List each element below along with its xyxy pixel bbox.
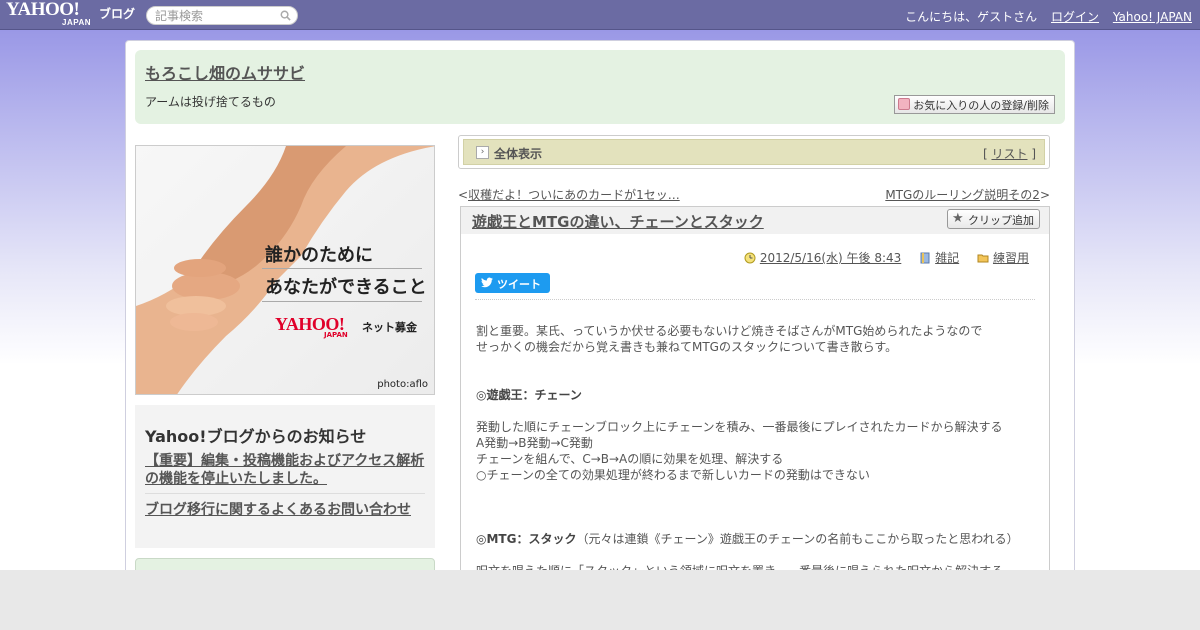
mtg-heading-text: ◎MTG：スタック bbox=[476, 532, 577, 546]
list-bracket-close: ] bbox=[1027, 147, 1036, 161]
body-line: 発動した順にチェーンブロック上にチェーンを積み、一番最後にプレイされたカードから… bbox=[476, 420, 1003, 434]
star-icon: ★ bbox=[952, 211, 964, 226]
search-input[interactable]: 記事検索 bbox=[146, 6, 298, 25]
article-header: 遊戯王とMTGの違い、チェーンとスタック ★ クリップ追加 bbox=[461, 207, 1049, 234]
chevron-right-icon: › bbox=[476, 146, 489, 159]
folder-icon bbox=[977, 254, 989, 263]
tweet-label: ツイート bbox=[497, 278, 541, 291]
favorite-register-button[interactable]: お気に入りの人の登録/削除 bbox=[894, 95, 1055, 114]
ad-headline-2: あなたができること bbox=[265, 277, 427, 298]
next-article-nav: MTGのルーリング説明その2> bbox=[885, 186, 1050, 203]
body-line: ○チェーンの全ての効果処理が終わるまで新しいカードの発動はできない bbox=[476, 468, 870, 482]
notice-divider bbox=[145, 493, 425, 494]
ad-divider bbox=[262, 301, 422, 302]
next-article-link[interactable]: MTGのルーリング説明その2 bbox=[885, 188, 1040, 202]
dotted-divider bbox=[475, 299, 1035, 300]
body-line: チェーンを組んで、C→B→Aの順に効果を処理、解決する bbox=[476, 452, 784, 466]
logo-yahoo-text: YAHOO! bbox=[6, 0, 80, 20]
logo-blog-text: ブログ bbox=[99, 7, 136, 21]
category-link-practice[interactable]: 練習用 bbox=[993, 251, 1029, 265]
article: 遊戯王とMTGの違い、チェーンとスタック ★ クリップ追加 2012/5/16(… bbox=[460, 206, 1050, 580]
body-line: せっかくの機会だから覚え書きも兼ねてMTGのスタックについて書き散らす。 bbox=[476, 340, 898, 354]
favorite-button-label: お気に入りの人の登録/削除 bbox=[913, 99, 1049, 112]
top-navigation-bar: YAHOO! JAPAN ブログ 記事検索 こんにちは、ゲストさん ログイン Y… bbox=[0, 0, 1200, 30]
ad-japan-text: JAPAN bbox=[324, 331, 348, 339]
search-icon[interactable] bbox=[280, 10, 291, 21]
category-label: 全体表示 bbox=[494, 147, 543, 161]
previous-article-link[interactable]: 収穫だよ！ついにあのカードが1セッ… bbox=[468, 188, 680, 202]
search-placeholder: 記事検索 bbox=[155, 9, 204, 23]
clip-button-label: クリップ追加 bbox=[968, 214, 1034, 227]
ad-divider bbox=[262, 268, 422, 269]
blog-header: もろこし畑のムササビ アームは投げ捨てるもの お気に入りの人の登録/削除 bbox=[135, 50, 1065, 124]
next-arrow: > bbox=[1039, 188, 1050, 202]
clip-add-button[interactable]: ★ クリップ追加 bbox=[947, 209, 1040, 229]
notice-link-important[interactable]: 【重要】編集・投稿機能およびアクセス解析の機能を停止いたしました。 bbox=[145, 452, 430, 488]
yahoo-blog-notice: Yahoo!ブログからのお知らせ 【重要】編集・投稿機能およびアクセス解析の機能… bbox=[135, 405, 435, 548]
clock-icon bbox=[744, 252, 756, 264]
ad-headline-1: 誰かのために bbox=[265, 245, 373, 266]
twitter-bird-icon bbox=[481, 277, 493, 288]
heart-icon bbox=[898, 98, 911, 110]
body-line: A発動→B発動→C発動 bbox=[476, 436, 593, 450]
login-link[interactable]: ログイン bbox=[1051, 10, 1099, 24]
logo-japan-text: JAPAN bbox=[62, 18, 92, 27]
mtg-heading-note: （元々は連鎖《チェーン》遊戯王のチェーンの名前もここから取ったと思われる） bbox=[576, 532, 1019, 546]
category-bar: › 全体表示 [ リスト ] bbox=[458, 135, 1050, 169]
article-body: 割と重要。某氏、っていうか伏せる必要もないけど焼きそばさんがMTG始められたよう… bbox=[476, 323, 1036, 579]
section-heading-yugioh: ◎遊戯王：チェーン bbox=[476, 388, 582, 402]
article-meta: 2012/5/16(水) 午後 8:43 雑記 練習用 bbox=[744, 249, 1029, 266]
yahoo-blog-logo[interactable]: YAHOO! JAPAN ブログ bbox=[6, 0, 135, 27]
article-title[interactable]: 遊戯王とMTGの違い、チェーンとスタック bbox=[472, 211, 764, 232]
category-bar-inner: › 全体表示 [ リスト ] bbox=[463, 139, 1045, 165]
user-greeting: こんにちは、ゲストさん ログイン Yahoo! JAPAN bbox=[905, 8, 1192, 25]
list-view-control: [ リスト ] bbox=[983, 145, 1036, 162]
blog-description: アームは投げ捨てるもの bbox=[145, 95, 276, 109]
notice-link-faq[interactable]: ブログ移行に関するよくあるお問い合わせ bbox=[145, 499, 411, 519]
charity-ad-banner[interactable]: 誰かのために あなたができること YAHOO! JAPAN ネット募金 phot… bbox=[135, 145, 435, 395]
previous-article-nav: <収穫だよ！ついにあのカードが1セッ… bbox=[458, 186, 680, 203]
category-link-zakki[interactable]: 雑記 bbox=[935, 251, 959, 265]
ad-net-donation: ネット募金 bbox=[362, 321, 417, 334]
list-view-link[interactable]: リスト bbox=[991, 147, 1027, 161]
book-icon bbox=[920, 252, 930, 264]
notice-heading: Yahoo!ブログからのお知らせ bbox=[145, 427, 367, 446]
ad-photo-credit: photo:aflo bbox=[377, 379, 428, 390]
article-datetime-link[interactable]: 2012/5/16(水) 午後 8:43 bbox=[760, 251, 901, 265]
prev-arrow: < bbox=[458, 188, 469, 202]
body-line: 割と重要。某氏、っていうか伏せる必要もないけど焼きそばさんがMTG始められたよう… bbox=[476, 324, 983, 338]
handshake-image bbox=[136, 146, 434, 394]
tweet-button[interactable]: ツイート bbox=[475, 273, 550, 293]
viewport-bottom-strip bbox=[0, 570, 1200, 630]
section-heading-mtg: ◎MTG：スタック（元々は連鎖《チェーン》遊戯王のチェーンの名前もここから取った… bbox=[476, 531, 1036, 547]
yahoo-japan-link[interactable]: Yahoo! JAPAN bbox=[1113, 10, 1192, 24]
blog-title[interactable]: もろこし畑のムササビ bbox=[145, 60, 305, 84]
greeting-text: こんにちは、ゲストさん bbox=[905, 10, 1038, 24]
